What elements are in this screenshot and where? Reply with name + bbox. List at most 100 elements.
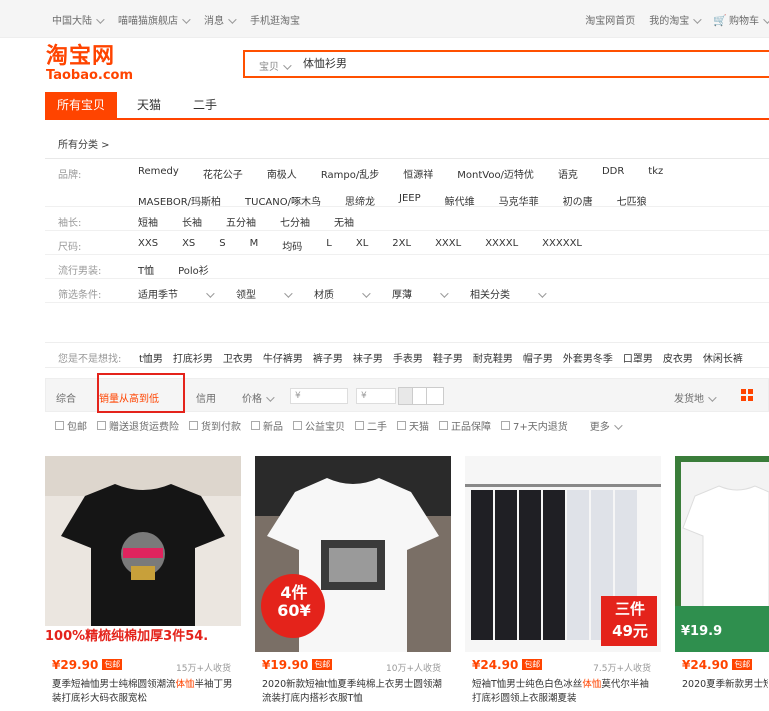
price-min-input[interactable]: ¥ (290, 388, 348, 404)
suggestion-link-8[interactable]: 耐克鞋男 (473, 350, 513, 365)
suggestion-link-1[interactable]: 打底衫男 (173, 350, 213, 365)
brand-option-10[interactable]: TUCANO/啄木鸟 (245, 193, 321, 208)
sort-default[interactable]: 综合 (56, 390, 76, 405)
brand-option-15[interactable]: 初の唐 (563, 193, 593, 208)
breadcrumb[interactable]: 所有分类 > (58, 136, 110, 151)
style-option-1[interactable]: Polo衫 (178, 262, 209, 277)
messages-link[interactable]: 消息 (204, 12, 237, 27)
suggestion-link-11[interactable]: 口罩男 (623, 350, 653, 365)
condition-dropdown-3[interactable]: 厚薄 (392, 286, 449, 301)
brand-option-3[interactable]: Rampo/乱步 (321, 166, 379, 181)
product-card[interactable]: 4件 60¥ ¥19.90 包邮 10万+人收货 2020新款短袖t恤夏季纯棉上衣… (255, 456, 451, 711)
size-option-0[interactable]: XXS (138, 238, 158, 253)
size-option-6[interactable]: XL (356, 238, 368, 253)
sort-credit[interactable]: 信用 (196, 390, 216, 405)
suggestion-link-0[interactable]: t恤男 (139, 350, 163, 365)
product-card[interactable]: ¥19.9 ¥24.90包邮 2020夏季新款男士短袖服宽松潮流半袖体恤 (675, 456, 769, 711)
sort-price[interactable]: 价格 (242, 390, 275, 405)
suggestion-link-9[interactable]: 帽子男 (523, 350, 553, 365)
sleeve-option-4[interactable]: 无袖 (334, 214, 354, 229)
sleeve-option-3[interactable]: 七分袖 (280, 214, 310, 229)
more-options-dropdown[interactable]: 更多 (590, 418, 623, 433)
sleeve-option-2[interactable]: 五分袖 (226, 214, 256, 229)
size-option-9[interactable]: XXXXL (485, 238, 518, 253)
size-option-4[interactable]: 均码 (282, 238, 302, 253)
view-toggle[interactable] (398, 387, 444, 405)
ship-from-dropdown[interactable]: 发货地 (674, 390, 717, 405)
tab-all-items[interactable]: 所有宝贝 (45, 92, 118, 118)
size-option-10[interactable]: XXXXXL (542, 238, 582, 253)
product-image[interactable]: 100%精梳纯棉加厚3件54. (45, 456, 241, 652)
suggestion-link-4[interactable]: 裤子男 (313, 350, 343, 365)
suggestion-link-2[interactable]: 卫衣男 (223, 350, 253, 365)
shop-link[interactable]: 喵喵猫旗舰店 (118, 12, 191, 27)
sleeve-option-1[interactable]: 长袖 (182, 214, 202, 229)
product-title[interactable]: 短袖T恤男士纯色白色冰丝体恤莫代尔半袖打底衫圆领上衣服潮夏装 (472, 678, 658, 706)
suggestion-link-3[interactable]: 牛仔裤男 (263, 350, 303, 365)
my-taobao-link[interactable]: 我的淘宝 (649, 12, 702, 27)
product-title[interactable]: 夏季短袖恤男士纯棉圆领潮流体恤半袖丁男装打底衫大码衣服宽松 (52, 678, 238, 706)
brand-option-1[interactable]: 花花公子 (203, 166, 243, 181)
option-checkbox-7[interactable]: 正品保障 (439, 418, 491, 433)
suggestion-link-7[interactable]: 鞋子男 (433, 350, 463, 365)
brand-option-5[interactable]: MontVoo/迈特优 (457, 166, 534, 181)
option-checkbox-6[interactable]: 天猫 (397, 418, 429, 433)
cart-link[interactable]: 🛒 购物车 (713, 12, 769, 27)
option-checkbox-0[interactable]: 包邮 (55, 418, 87, 433)
suggestion-link-12[interactable]: 皮衣男 (663, 350, 693, 365)
search-category-dropdown[interactable]: 宝贝 (259, 58, 292, 73)
condition-dropdown-4[interactable]: 相关分类 (470, 286, 547, 301)
product-image[interactable]: ¥19.9 (675, 456, 769, 652)
brand-option-4[interactable]: 恒源祥 (403, 166, 433, 181)
product-image[interactable]: 4件 60¥ (255, 456, 451, 652)
option-checkbox-1[interactable]: 赠送退货运费险 (97, 418, 179, 433)
checkbox-icon (355, 420, 364, 430)
suggestion-link-5[interactable]: 袜子男 (353, 350, 383, 365)
brand-option-11[interactable]: 思缔龙 (345, 193, 375, 208)
condition-dropdown-0[interactable]: 适用季节 (138, 286, 215, 301)
option-checkbox-5[interactable]: 二手 (355, 418, 387, 433)
brand-option-0[interactable]: Remedy (138, 166, 179, 181)
sleeve-option-0[interactable]: 短袖 (138, 214, 158, 229)
product-card[interactable]: 三件 49元 ¥24.90 包邮 7.5万+人收货 短袖T恤男士纯色白色冰丝体恤莫… (465, 456, 661, 711)
tab-second-hand[interactable]: 二手 (181, 92, 229, 118)
brand-option-12[interactable]: JEEP (399, 193, 421, 208)
size-option-1[interactable]: XS (182, 238, 195, 253)
tab-tmall[interactable]: 天猫 (125, 92, 173, 118)
option-checkbox-4[interactable]: 公益宝贝 (293, 418, 345, 433)
product-title[interactable]: 2020夏季新款男士短袖服宽松潮流半袖体恤 (682, 678, 768, 692)
taobao-home-link[interactable]: 淘宝网首页 (585, 12, 635, 27)
option-checkbox-8[interactable]: 7+天内退货 (501, 418, 568, 433)
brand-option-14[interactable]: 马克华菲 (499, 193, 539, 208)
size-option-3[interactable]: M (250, 238, 259, 253)
product-image[interactable]: 三件 49元 (465, 456, 661, 652)
suggestion-link-13[interactable]: 休闲长裤 (703, 350, 743, 365)
brand-option-13[interactable]: 鲸代维 (445, 193, 475, 208)
brand-option-8[interactable]: tkz (648, 166, 663, 181)
filter-style: 流行男装: T恤 Polo衫 (45, 255, 769, 279)
region-selector[interactable]: 中国大陆 (52, 12, 105, 27)
brand-option-6[interactable]: 语克 (558, 166, 578, 181)
style-option-0[interactable]: T恤 (138, 262, 154, 277)
mobile-taobao-link[interactable]: 手机逛淘宝 (250, 12, 300, 27)
product-card[interactable]: 100%精梳纯棉加厚3件54. ¥29.90 包邮 15万+人收货 夏季短袖恤男士… (45, 456, 241, 711)
product-title[interactable]: 2020新款短袖t恤夏季纯棉上衣男士圆领潮流装打底内搭衫衣服T恤 (262, 678, 448, 706)
brand-option-2[interactable]: 南极人 (267, 166, 297, 181)
size-option-8[interactable]: XXXL (435, 238, 461, 253)
brand-option-16[interactable]: 七匹狼 (617, 193, 647, 208)
option-checkbox-2[interactable]: 货到付款 (189, 418, 241, 433)
size-option-2[interactable]: S (219, 238, 225, 253)
taobao-logo[interactable]: 淘宝网 Taobao.com (46, 46, 133, 86)
suggestion-link-10[interactable]: 外套男冬季 (563, 350, 613, 365)
size-option-7[interactable]: 2XL (392, 238, 411, 253)
suggestion-link-6[interactable]: 手表男 (393, 350, 423, 365)
grid-view-icon[interactable] (741, 389, 753, 401)
option-checkbox-3[interactable]: 新品 (251, 418, 283, 433)
price-max-input[interactable]: ¥ (356, 388, 396, 404)
condition-dropdown-2[interactable]: 材质 (314, 286, 371, 301)
size-option-5[interactable]: L (326, 238, 332, 253)
brand-option-7[interactable]: DDR (602, 166, 624, 181)
condition-dropdown-1[interactable]: 领型 (236, 286, 293, 301)
brand-option-9[interactable]: MASEBOR/玛斯柏 (138, 193, 221, 208)
search-input[interactable] (303, 56, 703, 69)
